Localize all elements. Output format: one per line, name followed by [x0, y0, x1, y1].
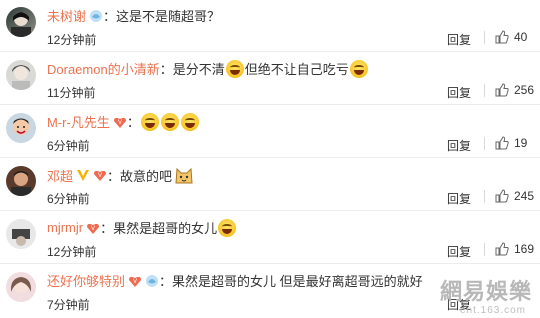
reply-button[interactable]: 回复 — [447, 243, 471, 260]
laughing-emoji-icon — [225, 59, 244, 78]
avatar[interactable] — [6, 219, 36, 249]
doge-cat-emoji-icon — [174, 165, 194, 185]
divider — [484, 190, 485, 203]
comment-row: 未树谢 ：这是不是随超哥？ 12分钟前 回复 40 — [0, 0, 540, 52]
lotus-badge-icon — [145, 274, 159, 288]
comment-row: M-r-凡先生 V ： 6分钟前 回复 19 — [0, 106, 540, 158]
verified-icon — [76, 168, 90, 182]
thumbs-up-icon — [495, 136, 509, 150]
reply-button[interactable]: 回复 — [447, 31, 471, 48]
reply-button[interactable]: 回复 — [447, 190, 471, 207]
username[interactable]: 邓超 — [47, 166, 73, 185]
timestamp: 7分钟前 — [47, 298, 90, 312]
timestamp: 6分钟前 — [47, 192, 90, 206]
avatar[interactable] — [6, 272, 36, 302]
thumbs-up-icon — [495, 30, 509, 44]
username[interactable]: Doraemon的小清新 — [47, 59, 160, 78]
vip-badge-icon: V — [93, 168, 107, 182]
svg-text:V: V — [133, 279, 137, 285]
avatar[interactable] — [6, 166, 36, 196]
like-button[interactable]: 245 — [495, 189, 534, 203]
laughing-emoji-icon — [160, 112, 179, 131]
avatar[interactable] — [6, 7, 36, 37]
like-button[interactable]: 19 — [495, 136, 527, 150]
like-button[interactable]: 256 — [495, 83, 534, 97]
like-count: 256 — [514, 83, 535, 97]
svg-text:V: V — [118, 120, 122, 126]
laughing-emoji-icon — [218, 218, 237, 237]
comment-row: mjrmjr V ：果然是超哥的女儿 12分钟前 回复 169 — [0, 212, 540, 264]
avatar[interactable] — [6, 113, 36, 143]
vip-badge-icon: V — [113, 115, 127, 129]
comment-row: 邓超 V ：故意的吧 6分钟前 回复 245 — [0, 159, 540, 211]
reply-button[interactable]: 回复 — [447, 84, 471, 101]
divider — [484, 84, 485, 97]
like-button[interactable]: 40 — [495, 30, 527, 44]
timestamp: 12分钟前 — [47, 245, 97, 259]
reply-button[interactable]: 回复 — [447, 137, 471, 154]
like-button[interactable]: 169 — [495, 242, 534, 256]
username[interactable]: M-r-凡先生 — [47, 112, 110, 131]
comment-text: ：是分不清 — [159, 62, 225, 77]
like-count: 40 — [514, 30, 528, 44]
like-count: 19 — [514, 136, 528, 150]
like-count: 169 — [514, 242, 535, 256]
comment-text-2: 但绝不让自己吃亏 — [244, 62, 349, 77]
divider — [484, 243, 485, 256]
divider — [484, 31, 485, 44]
timestamp: 6分钟前 — [47, 139, 90, 153]
timestamp: 12分钟前 — [47, 33, 97, 47]
thumbs-up-icon — [495, 83, 509, 97]
comment-text: ：这是不是随超哥？ — [103, 9, 221, 24]
svg-text:V: V — [98, 173, 102, 179]
comment-text: ：果然是超哥的女儿 但是最好离超哥远的就好 — [159, 274, 423, 289]
laughing-emoji-icon — [140, 112, 159, 131]
thumbs-up-icon — [495, 242, 509, 256]
watermark-url: ent.163.com — [459, 305, 526, 316]
comment-row: Doraemon的小清新 ：是分不清 但绝不让自己吃亏 11分钟前 回复 256 — [0, 53, 540, 105]
vip-badge-icon: V — [86, 221, 100, 235]
laughing-emoji-icon — [349, 59, 368, 78]
thumbs-up-icon — [495, 189, 509, 203]
username[interactable]: mjrmjr — [47, 220, 83, 235]
username[interactable]: 未树谢 — [47, 6, 86, 25]
lotus-badge-icon — [89, 9, 103, 23]
username[interactable]: 还好你够特别 — [47, 271, 125, 290]
vip-badge-icon: V — [128, 274, 142, 288]
timestamp: 11分钟前 — [47, 86, 96, 100]
like-count: 245 — [514, 189, 535, 203]
divider — [484, 137, 485, 150]
comment-text: ： — [126, 115, 140, 130]
comment-text: ：故意的吧 — [107, 168, 173, 184]
laughing-emoji-icon — [180, 112, 199, 131]
svg-text:V: V — [91, 226, 95, 232]
comment-text: ：果然是超哥的女儿 — [100, 221, 218, 236]
watermark-logo: 網易娛樂 — [439, 279, 532, 304]
avatar[interactable] — [6, 60, 36, 90]
